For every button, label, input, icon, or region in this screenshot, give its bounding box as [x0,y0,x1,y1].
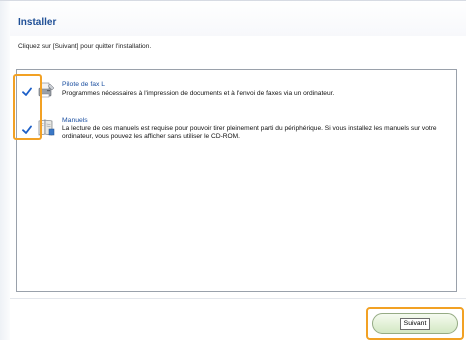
item-description: La lecture de ces manuels est requise po… [62,125,437,141]
list-item-manuals[interactable]: Manuels La lecture de ces manuels est re… [17,116,458,156]
item-title: Pilote de fax L [62,81,106,88]
page-title: Installer [18,17,57,28]
instruction-text: Cliquez sur [Suivant] pour quitter l'ins… [18,43,152,50]
item-title: Manuels [62,117,88,124]
header-strip [0,0,466,36]
component-list: Pilote de fax L Programmes nécessaires à… [16,69,457,292]
installer-window: Installer Cliquez sur [Suivant] pour qui… [0,0,466,340]
top-divider [0,0,466,1]
checkbox-highlight [13,74,42,140]
next-button[interactable]: Suivant [372,313,458,334]
next-button-label: Suivant [399,317,431,330]
list-item-fax-driver[interactable]: Pilote de fax L Programmes nécessaires à… [17,79,458,105]
left-side-bar [0,0,10,340]
item-description: Programmes nécessaires à l'impression de… [62,90,335,97]
bottom-divider [10,298,466,299]
